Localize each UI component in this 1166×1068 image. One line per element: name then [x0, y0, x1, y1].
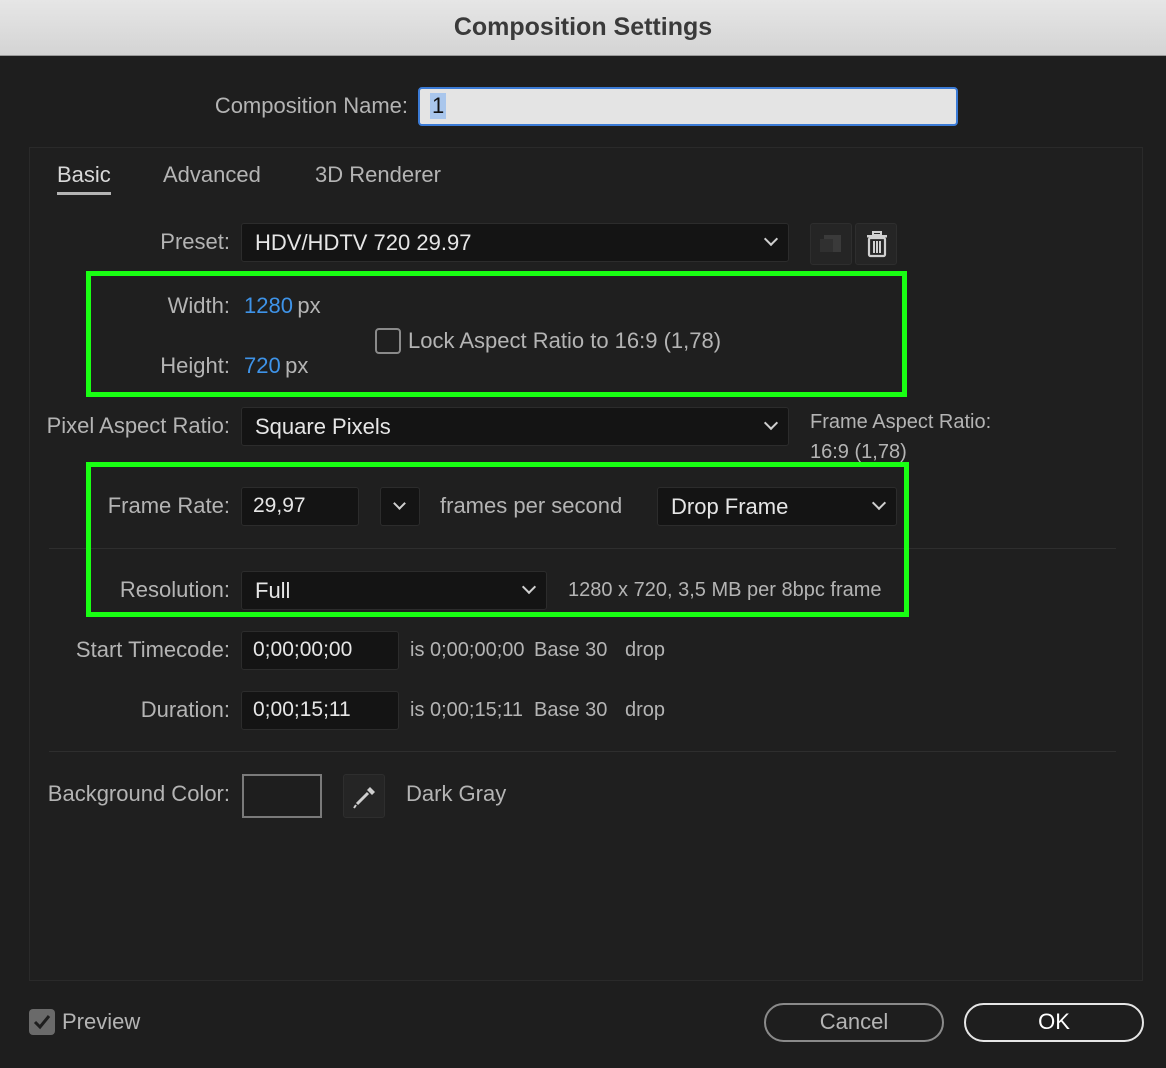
height-value[interactable]: 720	[244, 353, 281, 378]
height-unit: px	[285, 353, 309, 378]
pixel-aspect-dropdown[interactable]: Square Pixels	[241, 407, 789, 446]
duration-is: is 0;00;15;11	[410, 699, 524, 721]
width-value[interactable]: 1280	[244, 293, 293, 318]
duration-base: Base 30	[534, 699, 608, 721]
duration-input[interactable]: 0;00;15;11	[241, 691, 399, 730]
eyedropper-button[interactable]	[343, 774, 385, 818]
chevron-down-icon	[393, 497, 406, 510]
composition-name-input[interactable]: 1	[418, 87, 958, 126]
frame-rate-dropdown-button[interactable]	[380, 487, 420, 526]
duration-value: 0;00;15;11	[253, 698, 351, 721]
eyedropper-icon	[353, 787, 375, 809]
drop-frame-dropdown[interactable]: Drop Frame	[657, 487, 897, 526]
height-label: Height:	[160, 353, 230, 378]
frame-rate-unit: frames per second	[440, 493, 623, 518]
lock-aspect-checkbox[interactable]	[375, 328, 401, 354]
background-color-label: Background Color:	[47, 781, 230, 806]
preset-label: Preset:	[160, 229, 230, 254]
resolution-label: Resolution:	[119, 577, 230, 602]
pixel-aspect-value: Square Pixels	[255, 414, 391, 439]
save-preset-button[interactable]	[810, 223, 852, 265]
resolution-value: Full	[255, 578, 291, 603]
height-field[interactable]: 720 px	[244, 353, 308, 379]
start-timecode-value: 0;00;00;00	[253, 638, 353, 661]
start-timecode-base: Base 30	[534, 639, 608, 661]
start-timecode-drop: drop	[625, 639, 666, 661]
frame-aspect-label: Frame Aspect Ratio:	[810, 411, 992, 433]
frame-rate-input[interactable]: 29,97	[241, 487, 359, 526]
resolution-dropdown[interactable]: Full	[241, 571, 547, 610]
preview-label: Preview	[62, 1009, 141, 1034]
divider	[49, 751, 1116, 752]
frame-rate-value: 29,97	[253, 494, 306, 517]
composition-name-label: Composition Name:	[214, 93, 408, 118]
width-unit: px	[297, 293, 321, 318]
tab-basic[interactable]: Basic	[57, 162, 111, 195]
save-preset-icon	[820, 235, 841, 252]
start-timecode-is: is 0;00;00;00	[410, 639, 525, 661]
chevron-down-icon	[763, 415, 779, 431]
composition-name-value: 1	[430, 93, 447, 119]
drop-frame-value: Drop Frame	[671, 494, 789, 519]
preview-checkbox[interactable]	[29, 1009, 55, 1035]
frame-aspect-value: 16:9 (1,78)	[810, 441, 907, 463]
ok-button[interactable]: OK	[964, 1003, 1144, 1042]
window-title: Composition Settings	[453, 13, 713, 41]
title-bar: Composition Settings	[0, 0, 1166, 56]
preset-value: HDV/HDTV 720 29.97	[255, 230, 472, 255]
cancel-button[interactable]: Cancel	[764, 1003, 944, 1042]
trash-icon	[867, 231, 887, 258]
duration-drop: drop	[625, 699, 666, 721]
chevron-down-icon	[871, 495, 887, 511]
start-timecode-input[interactable]: 0;00;00;00	[241, 631, 399, 670]
chevron-down-icon	[763, 231, 779, 247]
tab-3d-renderer[interactable]: 3D Renderer	[315, 162, 441, 188]
background-color-name: Dark Gray	[406, 781, 507, 806]
lock-aspect-label: Lock Aspect Ratio to 16:9 (1,78)	[408, 328, 722, 353]
pixel-aspect-label: Pixel Aspect Ratio:	[46, 413, 230, 438]
resolution-info: 1280 x 720, 3,5 MB per 8bpc frame	[568, 579, 882, 601]
start-timecode-label: Start Timecode:	[75, 637, 230, 662]
frame-rate-label: Frame Rate:	[107, 493, 230, 518]
tab-advanced[interactable]: Advanced	[163, 162, 261, 188]
delete-preset-button[interactable]	[855, 223, 897, 265]
width-label: Width:	[167, 293, 230, 318]
preset-dropdown[interactable]: HDV/HDTV 720 29.97	[241, 223, 789, 262]
duration-label: Duration:	[140, 697, 230, 722]
chevron-down-icon	[521, 579, 537, 595]
width-field[interactable]: 1280 px	[244, 293, 321, 319]
background-color-swatch[interactable]	[242, 774, 322, 818]
checkmark-icon	[33, 1015, 51, 1030]
